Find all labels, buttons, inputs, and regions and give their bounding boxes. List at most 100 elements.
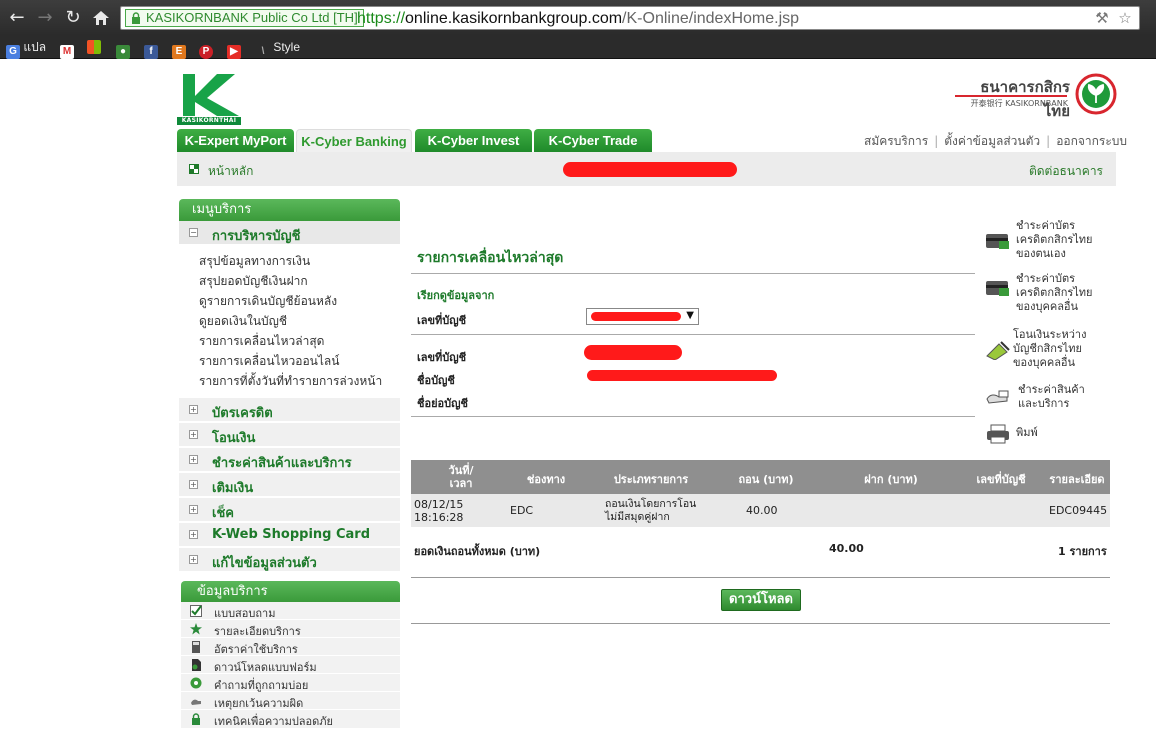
expand-icon[interactable]: +	[189, 555, 198, 564]
expand-icon[interactable]: +	[189, 455, 198, 464]
home-link[interactable]: หน้าหลัก	[208, 162, 253, 181]
total-count: 1 รายการ	[1058, 545, 1107, 558]
divider	[411, 334, 975, 335]
bank-name-en: 开泰银行 KASIKORNBANK	[970, 99, 1068, 108]
register-link[interactable]: สมัครบริการ	[864, 134, 928, 148]
home-icon[interactable]	[90, 7, 112, 29]
menu-section-edit-profile[interactable]: + แก้ไขข้อมูลส่วนตัว	[179, 548, 400, 572]
quick-link-transfer-other[interactable]: โอนเงินระหว่าง บัญชีกสิกรไทย ของบุคคลอื่…	[1013, 328, 1086, 370]
download-icon	[192, 659, 201, 671]
info-item-faq[interactable]: คำถามที่ถูกถามบ่อย	[181, 674, 400, 692]
lock-icon	[132, 12, 140, 24]
credit-card-other-icon[interactable]	[985, 278, 1011, 298]
quick-link-pay-own-card[interactable]: ชำระค่าบัตร เครดิตกสิกรไทย ของตนเอง	[1016, 219, 1092, 261]
divider	[411, 577, 1110, 578]
star-icon	[190, 623, 202, 635]
expand-icon[interactable]: +	[189, 405, 198, 414]
reload-icon[interactable]: ↻	[62, 7, 84, 29]
divider	[411, 416, 975, 417]
menu-section-label: K-Web Shopping Card	[212, 527, 371, 542]
redacted-account-name	[587, 370, 777, 381]
bookmark-style[interactable]: \ Style	[256, 39, 300, 57]
credit-card-icon[interactable]	[985, 231, 1011, 251]
info-item-security-tips[interactable]: เทคนิคเพื่อความปลอดภัย	[181, 710, 400, 729]
info-item-disclaimer[interactable]: เหตุยกเว้นความผิด	[181, 692, 400, 710]
breadcrumb-bar: หน้าหลัก ติดต่อธนาคาร	[177, 152, 1116, 186]
tab-k-expert-myport[interactable]: K-Expert MyPort	[177, 129, 294, 152]
ev-certificate-badge[interactable]: KASIKORNBANK Public Co Ltd [TH]	[125, 9, 364, 27]
bookmark-translate[interactable]: G แปล	[6, 39, 46, 59]
contact-bank-link[interactable]: ติดต่อธนาคาร	[1029, 162, 1103, 181]
cell-channel: EDC	[510, 504, 534, 517]
payment-hand-icon[interactable]	[985, 387, 1011, 407]
submenu-scheduled-transactions[interactable]: รายการที่ตั้งวันที่ทำรายการล่วงหน้า	[199, 372, 382, 391]
submenu-account-balance[interactable]: ดูยอดเงินในบัญชี	[199, 312, 287, 331]
submenu-deposit-summary[interactable]: สรุปยอดบัญชีเงินฝาก	[199, 272, 308, 291]
menu-section-transfer[interactable]: + โอนเงิน	[179, 423, 400, 447]
menu-section-label: โอนเงิน	[212, 431, 256, 446]
info-item-download-form[interactable]: ดาวน์โหลดแบบฟอร์ม	[181, 656, 400, 674]
expand-icon[interactable]: +	[189, 480, 198, 489]
tab-k-cyber-trade[interactable]: K-Cyber Trade	[534, 129, 652, 152]
expand-icon[interactable]: +	[189, 505, 198, 514]
menu-section-credit-card[interactable]: + บัตรเครดิต	[179, 398, 400, 422]
menu-section-shopping-card[interactable]: + K-Web Shopping Card	[179, 523, 400, 547]
cell-detail: EDC09445	[1049, 504, 1108, 517]
bookmark-pinterest[interactable]: P	[199, 39, 213, 59]
submenu-statement-history[interactable]: ดูรายการเดินบัญชีย้อนหลัง	[199, 292, 337, 311]
quick-link-print[interactable]: พิมพ์	[1016, 426, 1038, 440]
quick-link-pay-other-card[interactable]: ชำระค่าบัตร เครดิตกสิกรไทย ของบุคคลอื่น	[1016, 272, 1092, 314]
style-icon: \	[261, 46, 265, 57]
logout-link[interactable]: ออกจากระบบ	[1056, 134, 1127, 148]
redacted-user-name	[563, 162, 737, 177]
bookmark-e[interactable]: E	[172, 39, 186, 59]
submenu-online-transactions[interactable]: รายการเคลื่อนไหวออนไลน์	[199, 352, 339, 371]
menu-section-label: ชำระค่าสินค้าและบริการ	[212, 456, 352, 471]
bookmark-android[interactable]: ●	[116, 39, 130, 59]
submenu-recent-transactions[interactable]: รายการเคลื่อนไหวล่าสุด	[199, 332, 324, 351]
expand-icon[interactable]: +	[189, 530, 198, 539]
quick-link-bill-payment[interactable]: ชำระค่าสินค้า และบริการ	[1018, 383, 1085, 411]
submenu-financial-summary[interactable]: สรุปข้อมูลทางการเงิน	[199, 252, 310, 271]
url-text[interactable]: https://online.kasikornbankgroup.com/K-O…	[357, 9, 799, 28]
bookmark-gmail[interactable]: M	[60, 39, 74, 59]
bookmark-windows[interactable]	[87, 39, 101, 55]
total-value: 40.00	[829, 542, 864, 555]
translate-icon: G	[6, 45, 20, 59]
transfer-icon[interactable]	[985, 340, 1011, 360]
link-separator: |	[1046, 134, 1051, 148]
menu-section-account-management[interactable]: − การบริหารบัญชี	[179, 221, 400, 245]
info-item-survey[interactable]: แบบสอบถาม	[181, 602, 400, 620]
menu-section-cheque[interactable]: + เช็ค	[179, 498, 400, 522]
forward-icon[interactable]: →	[34, 7, 56, 29]
back-icon[interactable]: ←	[6, 7, 28, 29]
menu-section-bill-payment[interactable]: + ชำระค่าสินค้าและบริการ	[179, 448, 400, 472]
bookmarks-bar: G แปล M ● f E P ▶ \ Style	[0, 35, 1156, 59]
address-bar[interactable]: KASIKORNBANK Public Co Ltd [TH] https://…	[120, 6, 1140, 30]
wrench-icon[interactable]: ⚒	[1093, 9, 1111, 27]
menu-section-top-up[interactable]: + เติมเงิน	[179, 473, 400, 497]
ev-label: KASIKORNBANK Public Co Ltd [TH]	[146, 10, 358, 25]
info-item-service-details[interactable]: รายละเอียดบริการ	[181, 620, 400, 638]
divider	[411, 273, 975, 274]
gmail-icon: M	[60, 45, 74, 59]
account-select[interactable]: ▼	[586, 308, 699, 325]
col-header-datetime: วันที่/ เวลา	[448, 464, 474, 490]
account-number-label: เลขที่บัญชี	[417, 351, 467, 364]
col-header-channel: ช่องทาง	[526, 473, 566, 486]
bookmark-youtube[interactable]: ▶	[227, 39, 241, 59]
printer-icon[interactable]	[985, 424, 1011, 444]
info-item-label: เทคนิคเพื่อความปลอดภัย	[214, 715, 333, 728]
browser-toolbar: ← → ↻ KASIKORNBANK Public Co Ltd [TH] ht…	[0, 0, 1156, 35]
tab-k-cyber-invest[interactable]: K-Cyber Invest	[415, 129, 532, 152]
tab-k-cyber-banking[interactable]: K-Cyber Banking	[296, 129, 412, 152]
expand-icon[interactable]: +	[189, 430, 198, 439]
account-select-label: เลขที่บัญชี	[417, 314, 467, 327]
download-button[interactable]: ดาวน์โหลด	[721, 589, 801, 611]
star-bookmark-icon[interactable]: ☆	[1116, 9, 1134, 27]
info-item-fees[interactable]: อัตราค่าใช้บริการ	[181, 638, 400, 656]
query-label: เรียกดูข้อมูลจาก	[417, 289, 495, 302]
collapse-icon[interactable]: −	[189, 228, 198, 237]
settings-link[interactable]: ตั้งค่าข้อมูลส่วนตัว	[944, 134, 1040, 148]
bookmark-facebook[interactable]: f	[144, 39, 158, 59]
